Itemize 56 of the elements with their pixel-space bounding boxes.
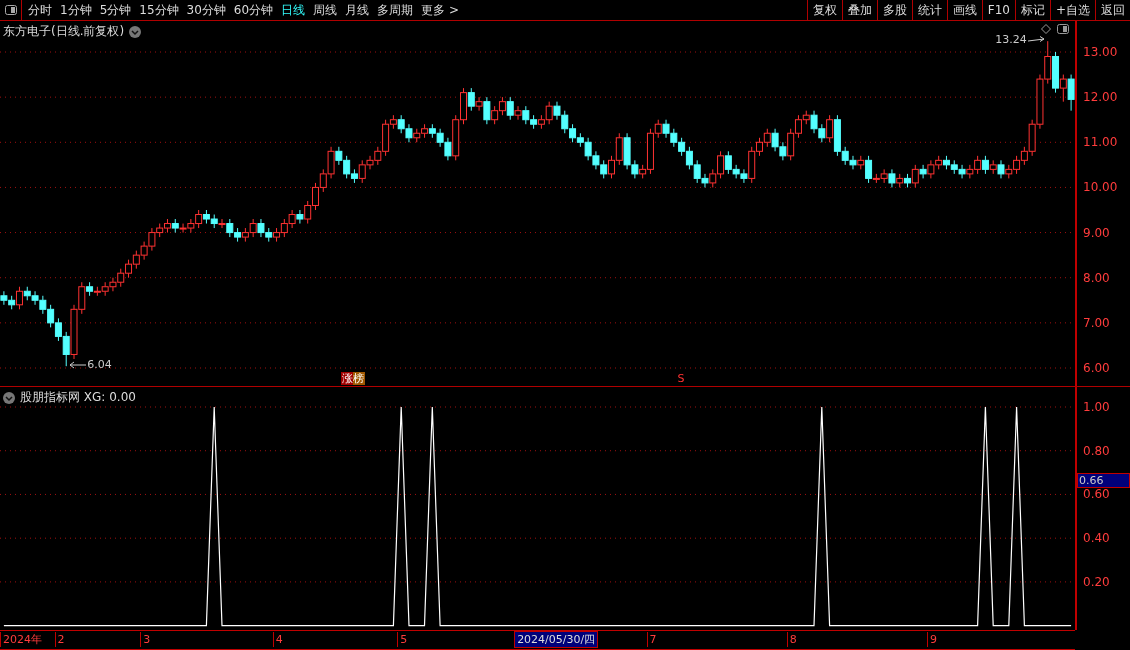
period-tab[interactable]: 更多 > xyxy=(417,0,463,20)
period-tab[interactable]: 周线 xyxy=(309,0,342,20)
toolbar-button[interactable]: 多股 xyxy=(876,0,912,20)
price-label: 13.24 xyxy=(995,33,1027,47)
date-label: 9 xyxy=(927,632,937,647)
axis-label: 11.00 xyxy=(1083,134,1118,151)
period-tab[interactable]: 15分钟 xyxy=(135,0,183,20)
toolbar-button[interactable]: 标记 xyxy=(1014,0,1050,20)
axis-label: 9.00 xyxy=(1083,224,1110,241)
period-tab[interactable]: 60分钟 xyxy=(229,0,278,20)
period-tab[interactable]: 5分钟 xyxy=(95,0,136,20)
diamond-icon[interactable] xyxy=(1041,24,1051,34)
axis-label: 10.00 xyxy=(1083,179,1118,196)
signal-badge: 涨榜 xyxy=(341,372,366,385)
period-tab[interactable]: 多周期 xyxy=(373,0,418,20)
toolbar-button[interactable]: 统计 xyxy=(911,0,947,20)
panel-icon xyxy=(4,5,17,15)
axis-label: 7.00 xyxy=(1083,314,1110,331)
price-label: 6.04 xyxy=(87,358,112,372)
axis-label: 1.00 xyxy=(1083,401,1110,413)
toolbar-button[interactable]: 复权 xyxy=(806,0,842,20)
period-tab[interactable]: 月线 xyxy=(341,0,374,20)
period-tab[interactable]: 日线 xyxy=(277,0,310,20)
axis-label: 0.80 xyxy=(1083,444,1110,457)
signal-mark: S xyxy=(677,372,685,385)
date-label: 2 xyxy=(54,632,65,647)
period-tab[interactable]: 30分钟 xyxy=(182,0,230,20)
axis-label: 0.60 xyxy=(1083,488,1110,501)
panel-icon[interactable] xyxy=(1057,24,1069,34)
toolbar-button[interactable]: 叠加 xyxy=(841,0,877,20)
toolbar-button[interactable]: F10 xyxy=(981,0,1015,20)
axis-label: 6.00 xyxy=(1083,360,1110,376)
axis-label: 13.00 xyxy=(1083,44,1118,60)
date-label: 3 xyxy=(140,632,151,647)
period-tab[interactable]: 分时 xyxy=(24,0,56,20)
date-label: 8 xyxy=(786,632,797,647)
date-label: 2024年 xyxy=(0,632,42,647)
date-label: 5 xyxy=(397,632,408,647)
date-label: 7 xyxy=(646,632,657,647)
dropdown-icon[interactable] xyxy=(3,391,15,404)
axis-label: 0.20 xyxy=(1083,575,1110,588)
axis-label: 12.00 xyxy=(1083,89,1118,106)
date-label: 2024/05/30/四 xyxy=(514,631,599,648)
date-label: 4 xyxy=(272,632,283,647)
toolbar-button[interactable]: 返回 xyxy=(1095,0,1130,20)
dropdown-icon[interactable] xyxy=(129,25,142,38)
pointer-arrow-icon xyxy=(1027,35,1046,44)
cursor-value: 0.66 xyxy=(1077,473,1130,489)
toolbar-button[interactable]: +自选 xyxy=(1049,0,1095,20)
indicator-title: 股朋指标网 XG: 0.00 xyxy=(20,389,136,406)
chart-title: 东方电子(日线.前复权) xyxy=(3,23,125,40)
axis-label: 8.00 xyxy=(1083,269,1110,286)
period-tab[interactable]: 1分钟 xyxy=(56,0,96,20)
toolbar-button[interactable]: 画线 xyxy=(946,0,982,20)
pointer-arrow-icon xyxy=(68,360,87,369)
axis-label: 0.40 xyxy=(1083,532,1110,545)
